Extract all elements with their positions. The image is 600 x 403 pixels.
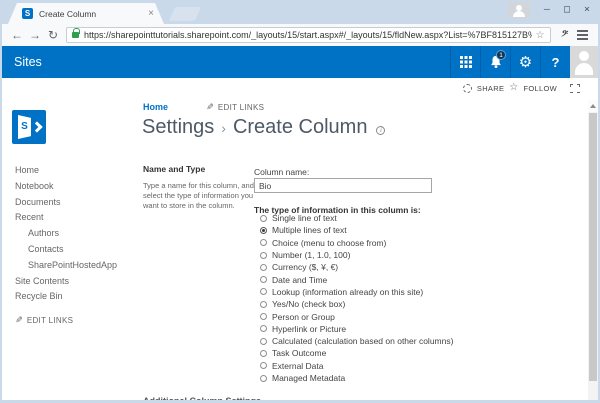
app-launcher-button[interactable]	[450, 46, 480, 78]
close-window-button[interactable]: ×	[584, 5, 590, 15]
help-button[interactable]: ?	[540, 46, 570, 78]
sharepoint-favicon-icon: S	[22, 8, 33, 19]
sidebar-edit-links[interactable]: ✎ EDIT LINKS	[15, 315, 73, 325]
browser-menu-icon[interactable]	[577, 30, 588, 40]
radio-button-icon[interactable]	[260, 251, 267, 259]
info-icon[interactable]: i	[376, 125, 386, 135]
bookmark-star-icon[interactable]: ☆	[536, 30, 545, 41]
radio-button-icon[interactable]	[260, 325, 267, 333]
browser-window: S Create Column × – □ × ← → ↻ https://sh…	[0, 0, 600, 403]
sidebar-nav-item[interactable]: Recent	[15, 212, 117, 228]
column-type-option[interactable]: Single line of text	[260, 212, 453, 224]
settings-button[interactable]: ⚙	[510, 46, 540, 78]
sidebar-nav: Home Notebook Documents Recent Authors C…	[15, 165, 117, 307]
scrollbar-thumb[interactable]	[589, 113, 597, 381]
column-type-option[interactable]: Person or Group	[260, 310, 453, 322]
column-type-option[interactable]: Number (1, 1.0, 100)	[260, 249, 453, 261]
column-type-options: Single line of text Multiple lines of te…	[260, 212, 453, 384]
tab-close-icon[interactable]: ×	[148, 9, 154, 19]
next-section-title: Additional Column Settings	[143, 396, 261, 400]
browser-toolbar: ← → ↻ https://sharepointtutorials.sharep…	[2, 24, 598, 46]
radio-button-icon[interactable]	[260, 362, 267, 370]
sidebar-nav-item[interactable]: Notebook	[15, 181, 117, 197]
suite-bar: Sites 1 ⚙ ?	[2, 46, 598, 78]
page-body: SHARE ☆ FOLLOW S Home Notebook Documents…	[2, 78, 598, 400]
browser-tab[interactable]: S Create Column ×	[8, 3, 164, 24]
avatar-person-icon	[579, 51, 589, 61]
browser-profile-icon[interactable]	[507, 2, 530, 18]
radio-button-icon[interactable]	[260, 337, 267, 345]
extension-icon[interactable]: 𝄢	[559, 30, 568, 41]
sidebar-nav-item[interactable]: Documents	[15, 197, 117, 213]
url-text[interactable]: https://sharepointtutorials.sharepoint.c…	[84, 30, 532, 40]
sharepoint-logo[interactable]: S	[12, 110, 46, 144]
main-content: Home ✎ EDIT LINKS Settings › Create Colu…	[142, 78, 584, 401]
sidebar-nav-item[interactable]: Contacts	[15, 244, 117, 260]
column-type-option[interactable]: Choice (menu to choose from)	[260, 237, 453, 249]
sidebar-nav-item[interactable]: SharePointHostedApp	[15, 260, 117, 276]
column-name-label: Column name:	[254, 167, 310, 177]
address-bar[interactable]: https://sharepointtutorials.sharepoint.c…	[66, 27, 551, 43]
radio-button-icon[interactable]	[260, 288, 267, 296]
page-scrollbar[interactable]	[588, 100, 598, 400]
radio-button-icon[interactable]	[260, 276, 267, 284]
section-title: Name and Type	[143, 164, 206, 174]
column-type-option[interactable]: Task Outcome	[260, 347, 453, 359]
title-separator: ›	[221, 119, 226, 136]
radio-button-icon[interactable]	[260, 300, 267, 308]
pencil-icon: ✎	[15, 315, 23, 325]
new-tab-button[interactable]	[168, 7, 202, 21]
column-type-option[interactable]: Yes/No (check box)	[260, 298, 453, 310]
breadcrumb-edit-links[interactable]: ✎ EDIT LINKS	[206, 101, 264, 112]
radio-button-icon[interactable]	[260, 374, 267, 382]
minimize-button[interactable]: –	[544, 5, 550, 15]
column-type-option[interactable]: Managed Metadata	[260, 372, 453, 384]
title-settings[interactable]: Settings	[142, 116, 214, 139]
https-lock-icon[interactable]	[72, 28, 80, 38]
tab-title: Create Column	[39, 8, 97, 19]
column-name-input[interactable]	[254, 178, 432, 193]
title-create-column: Create Column	[232, 116, 368, 138]
pencil-icon: ✎	[206, 101, 214, 112]
column-type-option[interactable]: External Data	[260, 360, 453, 372]
column-type-option[interactable]: Calculated (calculation based on other c…	[260, 335, 453, 347]
column-type-option[interactable]: Lookup (information already on this site…	[260, 286, 453, 298]
sites-link[interactable]: Sites	[14, 55, 450, 69]
gear-icon: ⚙	[518, 53, 533, 71]
column-type-option[interactable]: Hyperlink or Picture	[260, 323, 453, 335]
notification-badge: 1	[496, 50, 506, 60]
back-button[interactable]: ←	[8, 29, 26, 41]
page-title: Settings › Create Column i	[142, 116, 386, 139]
radio-button-icon[interactable]	[260, 313, 267, 321]
sidebar-nav-item[interactable]: Site Contents	[15, 276, 117, 292]
tab-strip: S Create Column × – □ ×	[2, 0, 598, 24]
column-type-option[interactable]: Currency ($, ¥, €)	[260, 261, 453, 273]
sidebar-nav-item[interactable]: Home	[15, 165, 117, 181]
radio-button-icon[interactable]	[260, 349, 267, 357]
reload-button[interactable]: ↻	[44, 29, 62, 41]
radio-button-icon[interactable]	[260, 214, 267, 222]
breadcrumb: Home ✎ EDIT LINKS	[143, 101, 264, 113]
maximize-button[interactable]: □	[564, 5, 570, 15]
logo-letter: S	[21, 121, 28, 132]
sidebar-nav-item[interactable]: Recycle Bin	[15, 291, 117, 307]
help-icon: ?	[551, 54, 560, 70]
forward-button[interactable]: →	[26, 29, 44, 41]
logo-chevron-icon	[31, 121, 43, 133]
radio-button-icon[interactable]	[260, 263, 267, 271]
radio-button-icon[interactable]	[260, 226, 267, 234]
section-description: Type a name for this column, and select …	[143, 181, 254, 210]
user-avatar[interactable]	[570, 46, 598, 78]
radio-button-icon[interactable]	[260, 239, 267, 247]
sidebar: S Home Notebook Documents Recent Authors…	[2, 78, 134, 400]
app-launcher-grid-icon	[459, 56, 463, 59]
sidebar-nav-item[interactable]: Authors	[15, 228, 117, 244]
notifications-button[interactable]: 1	[480, 46, 510, 78]
scrollbar-up-arrow-icon[interactable]	[588, 100, 598, 112]
column-type-option[interactable]: Date and Time	[260, 273, 453, 285]
breadcrumb-home-link[interactable]: Home	[143, 102, 168, 112]
column-type-option[interactable]: Multiple lines of text	[260, 224, 453, 236]
